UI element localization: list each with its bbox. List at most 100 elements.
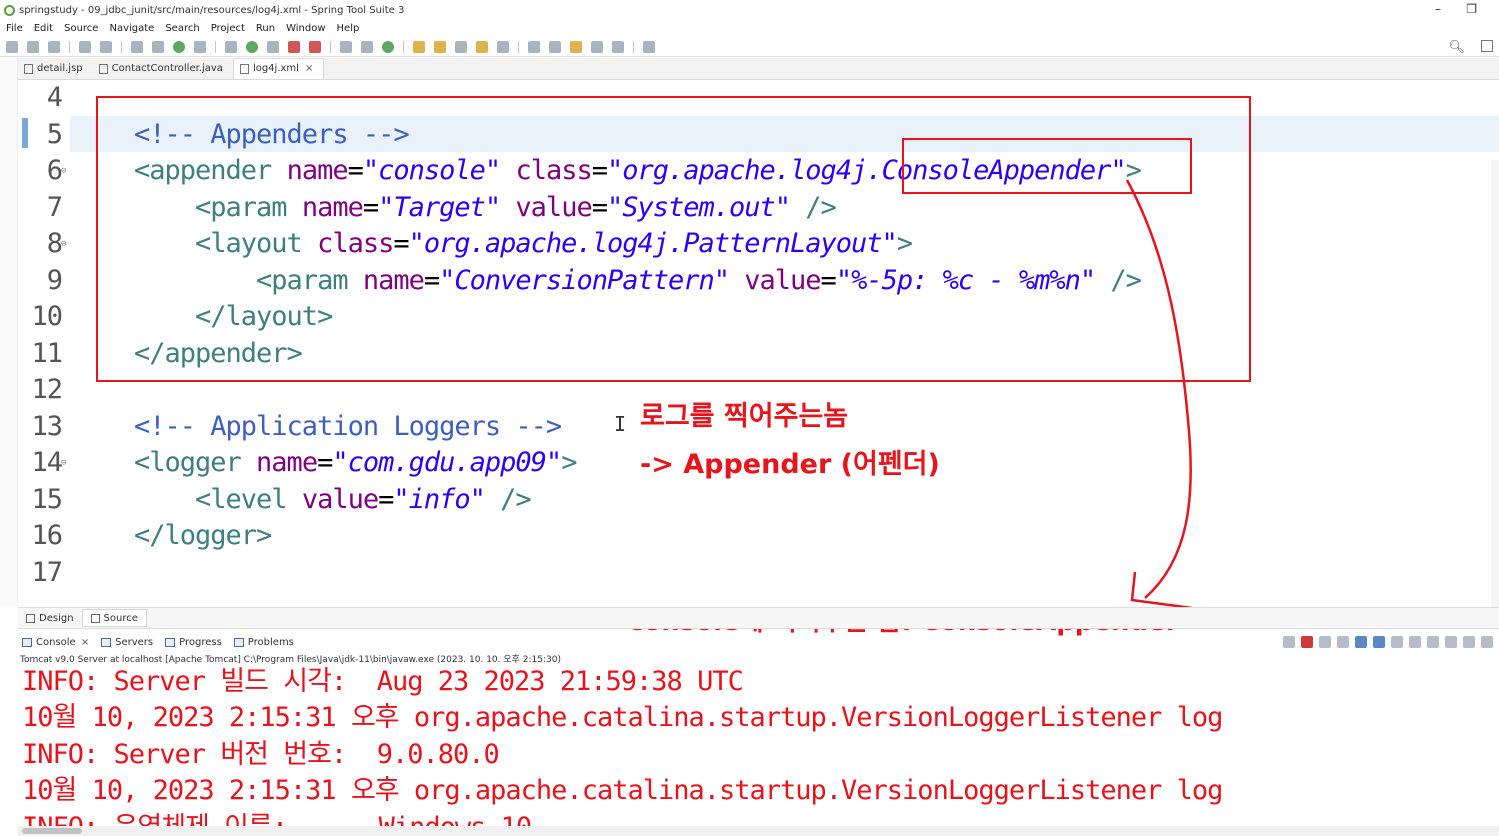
print-icon[interactable] [79, 40, 91, 53]
new-icon[interactable] [6, 40, 18, 53]
console-line: INFO: Server 버전 번호: 9.0.80.0 [22, 739, 500, 770]
previous-annotation-icon[interactable] [549, 40, 561, 53]
save-icon[interactable] [27, 40, 39, 53]
new-class-icon[interactable] [382, 40, 394, 53]
code-line[interactable]: 16 </logger> [18, 518, 1499, 554]
minimize-button[interactable]: – [1435, 2, 1441, 16]
menu-run[interactable]: Run [256, 23, 275, 34]
code-text: </logger> [134, 518, 272, 554]
editor-mode-tabs: Design Source [18, 607, 1499, 629]
tab-problems[interactable]: Problems [233, 637, 294, 648]
restore-button[interactable]: ❐ [1466, 2, 1477, 16]
gear-icon[interactable] [1481, 636, 1493, 648]
properties-icon[interactable] [100, 40, 112, 53]
new-console-icon[interactable] [1445, 636, 1457, 648]
appender-note: -> Appender (어펜더) [640, 449, 940, 480]
horizontal-scrollbar[interactable] [18, 826, 1499, 836]
remove-launch-icon[interactable] [1283, 636, 1295, 648]
word-wrap-icon[interactable] [1373, 636, 1385, 648]
pin-editor-icon[interactable] [643, 40, 655, 53]
tab-servers[interactable]: Servers [101, 637, 153, 648]
line-number: 6 [46, 155, 63, 186]
console-line: 10월 10, 2023 2:15:31 오후 org.apache.catal… [22, 775, 1223, 806]
code-text: <logger name="com.gdu.app09"> [134, 445, 577, 481]
line-number: 4 [46, 82, 63, 113]
last-edit-location-icon[interactable] [570, 40, 582, 53]
vertical-scrollbar[interactable] [1491, 160, 1499, 607]
terminate-icon[interactable] [1301, 636, 1313, 648]
line-number: 15 [31, 483, 63, 515]
open-task-icon[interactable] [434, 40, 446, 53]
menu-project[interactable]: Project [211, 23, 245, 34]
toolbar-separator [403, 40, 404, 53]
terminal-icon[interactable] [131, 40, 143, 53]
forward-icon[interactable] [612, 40, 624, 53]
console-line: 10월 10, 2023 2:15:31 오후 org.apache.catal… [22, 702, 1223, 733]
run-icon[interactable] [246, 40, 258, 53]
clear-console-icon[interactable] [1337, 636, 1349, 648]
tab-label: Design [39, 612, 74, 624]
skip-breakpoints-icon[interactable] [152, 40, 164, 53]
save-all-icon[interactable] [48, 40, 60, 53]
tab-label: Console [36, 636, 76, 648]
next-annotation-icon[interactable] [528, 40, 540, 53]
perspective-icon[interactable] [1481, 40, 1493, 52]
menu-window[interactable]: Window [286, 23, 325, 34]
debug-icon[interactable] [225, 40, 237, 53]
line-number: 5 [46, 118, 63, 150]
new-java-project-icon[interactable] [340, 40, 352, 53]
console-output[interactable]: INFO: Server 빌드 시각: Aug 23 2023 21:59:38… [0, 664, 1499, 836]
scrollbar-thumb[interactable] [22, 828, 82, 834]
tab-contact-controller[interactable]: ContactController.java [93, 63, 233, 79]
coverage-icon[interactable] [267, 40, 279, 53]
tab-detail-jsp[interactable]: detail.jsp [18, 63, 93, 79]
menu-help[interactable]: Help [337, 23, 360, 34]
back-icon[interactable] [591, 40, 603, 53]
close-icon[interactable]: × [81, 637, 89, 648]
menu-edit[interactable]: Edit [34, 23, 53, 34]
menu-search[interactable]: Search [165, 23, 199, 34]
display-console-icon[interactable] [1427, 636, 1439, 648]
tab-source[interactable]: Source [81, 609, 147, 627]
menu-navigate[interactable]: Navigate [109, 23, 154, 34]
show-on-output-icon[interactable] [1391, 636, 1403, 648]
tab-log4j-xml[interactable]: log4j.xml × [232, 58, 325, 79]
web-browser-icon[interactable] [497, 40, 509, 53]
open-folder-icon[interactable] [476, 40, 488, 53]
token-tag: <logger [134, 447, 257, 478]
fold-toggle-icon[interactable]: ⊖ [61, 226, 67, 262]
line-number: 13 [31, 410, 63, 442]
tab-label: ContactController.java [111, 63, 223, 74]
server-start-icon[interactable] [173, 40, 185, 53]
search-toolbar-icon[interactable] [455, 40, 467, 53]
token-val: "com.gdu.app09" [332, 447, 562, 478]
stop-icon[interactable] [288, 40, 300, 53]
token-punct: = [317, 447, 333, 478]
tab-label: Servers [115, 636, 154, 648]
search-icon[interactable]: 🔍︎ [1448, 40, 1465, 55]
remove-all-icon[interactable] [1319, 636, 1331, 648]
refresh-icon[interactable] [194, 40, 206, 53]
minimize-view-icon[interactable] [1463, 636, 1475, 648]
token-attr: name [256, 447, 318, 478]
code-line[interactable]: 15 <level value="info" /> [18, 482, 1499, 518]
token-val: "info" [393, 483, 486, 515]
fold-toggle-icon[interactable]: ⊖ [61, 153, 67, 189]
toolbar-separator [518, 40, 519, 53]
close-icon[interactable]: × [305, 63, 313, 74]
tab-console[interactable]: Console × [22, 637, 89, 648]
fold-toggle-icon[interactable]: ⊖ [61, 445, 67, 481]
scroll-lock-icon[interactable] [1355, 636, 1367, 648]
menu-source[interactable]: Source [64, 23, 98, 34]
line-number: 16 [31, 520, 63, 551]
pin-console-icon[interactable] [1409, 636, 1421, 648]
tab-progress[interactable]: Progress [165, 637, 222, 648]
external-tools-icon[interactable] [309, 40, 321, 53]
tab-label: Progress [179, 636, 222, 648]
new-package-icon[interactable] [361, 40, 373, 53]
code-line[interactable]: 17 [18, 555, 1499, 591]
window-title: springstudy - 09_jdbc_junit/src/main/res… [19, 4, 405, 16]
tab-design[interactable]: Design [18, 613, 82, 624]
open-type-icon[interactable] [413, 40, 425, 53]
menu-file[interactable]: File [6, 23, 23, 34]
